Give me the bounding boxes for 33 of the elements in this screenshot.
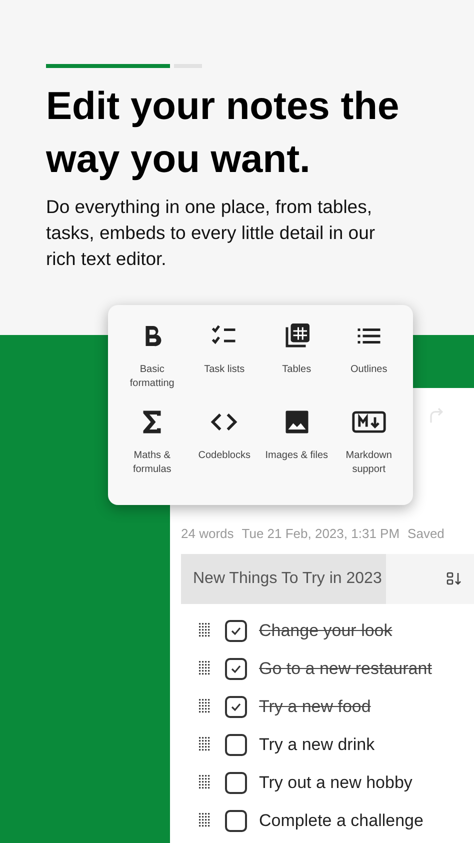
task-text: Try a new food bbox=[259, 696, 371, 718]
feature-label: Markdown support bbox=[344, 449, 393, 477]
feature-label: Task lists bbox=[203, 363, 246, 377]
task-checkbox[interactable] bbox=[225, 696, 247, 718]
feature-label: Images & files bbox=[264, 449, 330, 463]
drag-handle-icon[interactable] bbox=[199, 813, 211, 828]
task-checkbox[interactable] bbox=[225, 620, 247, 642]
drag-handle-icon[interactable] bbox=[199, 699, 211, 714]
task-text: Go to a new restaurant bbox=[259, 658, 432, 680]
drag-handle-icon[interactable] bbox=[199, 775, 211, 790]
description: Do everything in one place, from tables, tasks, embeds to every little detail in our rich text editor. bbox=[46, 195, 376, 271]
note-date: Tue 21 Feb, 2023, 1:31 PM bbox=[242, 525, 400, 543]
sort-icon[interactable] bbox=[446, 570, 462, 586]
task-checkbox[interactable] bbox=[225, 658, 247, 680]
task-text: Try out a new hobby bbox=[259, 772, 412, 794]
feature-label: Basic formatting bbox=[128, 363, 176, 391]
task-checkbox[interactable] bbox=[225, 772, 247, 794]
save-status: Saved bbox=[408, 525, 444, 543]
drag-handle-icon[interactable] bbox=[199, 623, 211, 638]
feature-label: Tables bbox=[281, 363, 312, 377]
feature-label: Codeblocks bbox=[197, 449, 252, 463]
task-checkbox[interactable] bbox=[225, 810, 247, 832]
feature-label: Outlines bbox=[350, 363, 388, 377]
drag-handle-icon[interactable] bbox=[199, 737, 211, 752]
task-text: Change your look bbox=[259, 620, 392, 642]
headline: Edit your notes the way you want. bbox=[46, 84, 400, 183]
word-count: 24 words bbox=[181, 525, 234, 543]
task-text: Complete a challenge bbox=[259, 810, 424, 832]
feature-label: Maths & formulas bbox=[132, 449, 172, 477]
section-title: New Things To Try in 2023 bbox=[192, 568, 382, 588]
drag-handle-icon[interactable] bbox=[199, 661, 211, 676]
task-text: Try a new drink bbox=[259, 734, 375, 756]
task-checkbox[interactable] bbox=[225, 734, 247, 756]
